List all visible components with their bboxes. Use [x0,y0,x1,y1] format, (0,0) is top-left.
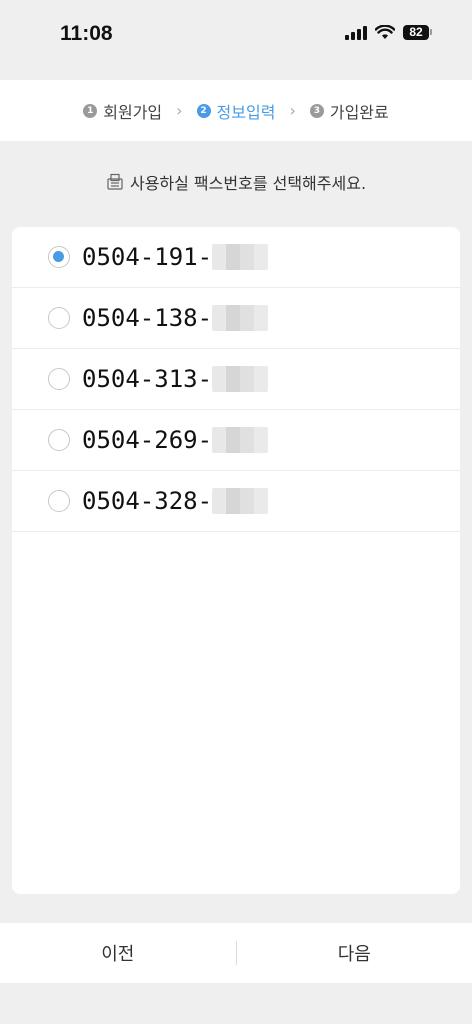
step-indicator: 1 회원가입 › 2 정보입력 › 3 가입완료 [0,80,472,141]
battery-icon: 82 [403,24,432,40]
fax-number-text: 0504-269- [82,426,213,454]
blurred-digits [212,366,269,392]
radio-button[interactable] [48,429,70,451]
status-time: 11:08 [60,22,113,45]
battery-level: 82 [403,24,429,40]
radio-button[interactable] [48,490,70,512]
fax-option[interactable]: 0504-328- [12,471,460,532]
step-label: 가입완료 [329,102,389,122]
step-label: 정보입력 [216,102,276,122]
blurred-digits [212,244,269,270]
fax-icon [107,173,123,190]
fax-number-text: 0504-191- [82,243,213,271]
fax-option[interactable]: 0504-138- [12,288,460,349]
fax-number-text: 0504-328- [82,487,213,515]
step-number: 2 [196,103,211,118]
radio-button[interactable] [48,246,70,268]
chevron-right-icon: › [289,101,296,120]
radio-button[interactable] [48,307,70,329]
step-info-input: 2 정보입력 [196,99,276,123]
blurred-digits [212,427,269,453]
wifi-icon [375,24,395,39]
blurred-digits [212,305,269,331]
blurred-digits [212,488,269,514]
instruction: 사용하실 팩스번호를 선택해주세요. [0,170,472,194]
fax-option[interactable]: 0504-191- [12,227,460,288]
radio-button[interactable] [48,368,70,390]
prev-button[interactable]: 이전 [0,940,236,966]
step-number: 1 [83,103,98,118]
fax-number-list: 0504-191- 0504-138- 0504-313- 0504-269- … [12,227,460,894]
next-button[interactable]: 다음 [237,940,472,966]
step-complete: 3 가입완료 [309,99,389,123]
step-label: 회원가입 [103,102,163,122]
signal-icon [345,24,367,40]
chevron-right-icon: › [176,101,183,120]
fax-option[interactable]: 0504-313- [12,349,460,410]
fax-number-text: 0504-313- [82,365,213,393]
step-number: 3 [309,103,324,118]
status-bar: 11:08 82 [0,0,472,80]
status-icons: 82 [345,24,432,40]
fax-option[interactable]: 0504-269- [12,410,460,471]
bottom-navigation: 이전 다음 [0,923,472,983]
instruction-text: 사용하실 팩스번호를 선택해주세요. [129,174,367,193]
step-signup: 1 회원가입 [83,99,162,123]
fax-number-text: 0504-138- [82,304,213,332]
